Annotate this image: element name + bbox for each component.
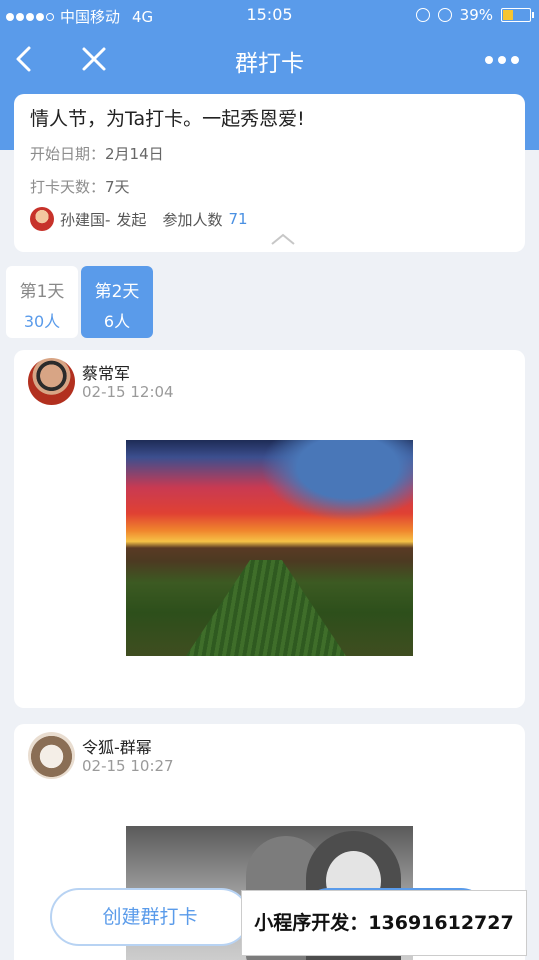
watermark-ad-text: 小程序开发：13691612727	[241, 890, 527, 956]
battery-icon	[501, 8, 534, 22]
post-time: 02-15 10:27	[82, 757, 174, 775]
tab-day-2[interactable]: 第2天 6人	[81, 266, 153, 338]
post-time: 02-15 12:04	[82, 383, 174, 401]
day-1-label: 第1天	[19, 282, 65, 302]
checkin-days-label: 打卡天数：	[30, 178, 106, 196]
day-2-count: 6人	[103, 312, 131, 331]
collapse-chevron-icon[interactable]	[270, 232, 296, 246]
navigation-bar: 群打卡	[0, 30, 539, 90]
alarm-icon	[437, 8, 452, 22]
day-1-count: 30人	[23, 312, 61, 331]
participants-label: 参加人数	[162, 210, 223, 229]
day-2-label: 第2天	[94, 282, 140, 302]
creator-row: 孙建国- 发起 参加人数 71	[30, 207, 509, 231]
start-date-value: 2月14日	[105, 145, 164, 163]
creator-avatar[interactable]	[30, 207, 54, 231]
tab-day-1[interactable]: 第1天 30人	[6, 266, 78, 338]
checkin-info-card: 情人节，为Ta打卡。一起秀恩爱! 开始日期：2月14日 打卡天数：7天 孙建国-…	[14, 94, 525, 252]
page-title: 群打卡	[235, 51, 304, 77]
status-bar: 中国移动 4G 15:05 39%	[0, 0, 539, 30]
user-avatar[interactable]	[28, 732, 75, 779]
orientation-lock-icon	[415, 8, 430, 22]
checkin-title: 情人节，为Ta打卡。一起秀恩爱!	[30, 108, 305, 130]
creator-initiated-label: 发起	[116, 210, 147, 229]
start-date-row: 开始日期：2月14日	[30, 143, 509, 164]
participants-count[interactable]: 71	[228, 210, 247, 228]
user-avatar[interactable]	[28, 358, 75, 405]
checkin-post: 蔡常军 02-15 12:04	[14, 350, 525, 708]
checkin-days-value: 7天	[105, 178, 130, 196]
checkin-days-row: 打卡天数：7天	[30, 176, 509, 197]
post-photo-sunset-vineyard[interactable]	[126, 440, 413, 656]
status-right: 39%	[415, 6, 534, 24]
post-username[interactable]: 令狐-群幂	[82, 734, 152, 758]
creator-name: 孙建国-	[60, 210, 111, 229]
create-group-checkin-button[interactable]: 创建群打卡	[50, 888, 250, 946]
start-date-label: 开始日期：	[30, 145, 106, 163]
more-options-icon[interactable]	[485, 48, 521, 72]
post-username[interactable]: 蔡常军	[82, 360, 130, 384]
battery-percent: 39%	[459, 6, 493, 24]
